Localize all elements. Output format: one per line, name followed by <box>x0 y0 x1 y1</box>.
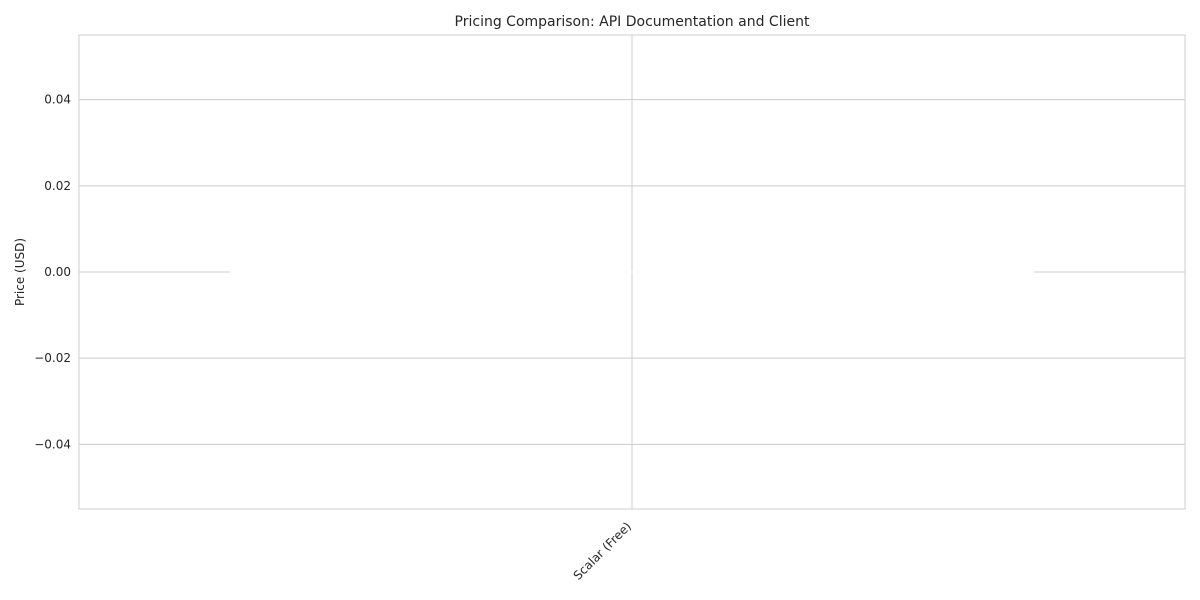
bar-layer <box>229 271 1035 273</box>
y-tick-label: 0.00 <box>44 265 71 279</box>
x-tick-label: Scalar (Free) <box>571 519 635 583</box>
y-tick-label: −0.02 <box>34 351 71 365</box>
y-tick-label: 0.04 <box>44 93 71 107</box>
y-tick-label: 0.02 <box>44 179 71 193</box>
bar <box>229 271 1035 273</box>
chart-svg: −0.04 −0.02 0.00 0.02 0.04 Scalar (Free) Pri… <box>13 14 1186 583</box>
x-tick-labels: Scalar (Free) <box>571 519 635 583</box>
y-tick-labels: −0.04 −0.02 0.00 0.02 0.04 <box>34 93 71 452</box>
chart-container: −0.04 −0.02 0.00 0.02 0.04 Scalar (Free) Pri… <box>0 0 1200 600</box>
y-tick-label: −0.04 <box>34 437 71 451</box>
y-axis-label: Price (USD) <box>13 238 27 306</box>
chart-title: Pricing Comparison: API Documentation an… <box>455 14 810 30</box>
